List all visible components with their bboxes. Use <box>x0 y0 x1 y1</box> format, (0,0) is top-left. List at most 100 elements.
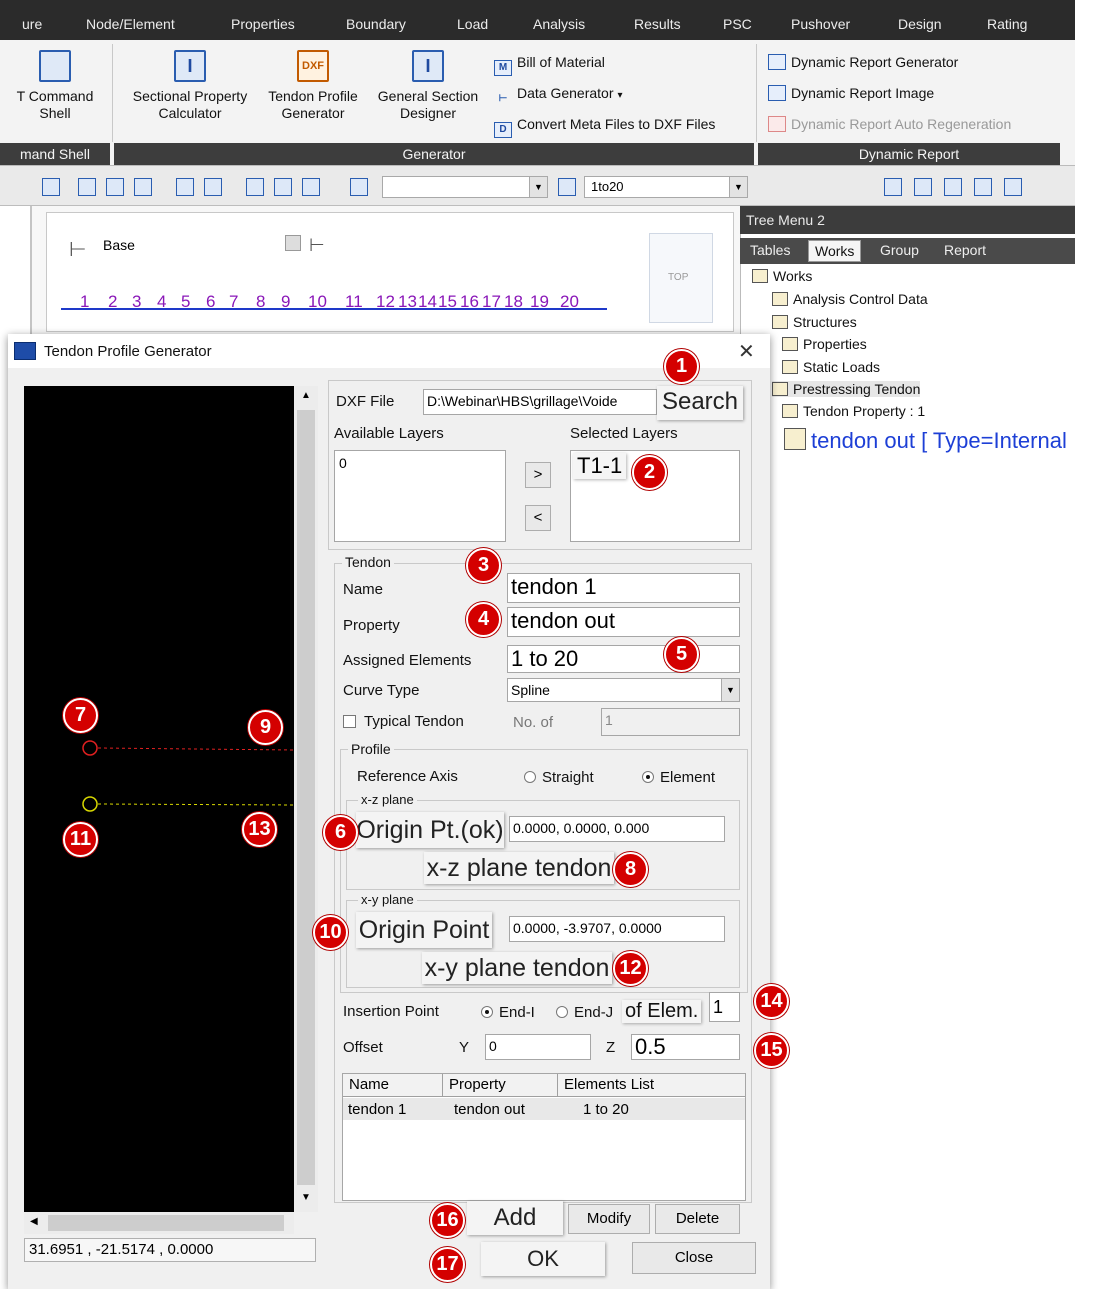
menu-properties[interactable]: Properties <box>231 16 295 32</box>
column-header-property[interactable]: Property <box>443 1074 558 1097</box>
tree-item-structures[interactable]: Structures <box>772 314 857 330</box>
list-item[interactable]: 0 <box>339 455 347 471</box>
typical-tendon-checkbox[interactable]: Typical Tendon <box>343 713 464 730</box>
close-icon[interactable]: ✕ <box>738 339 755 364</box>
menu-load[interactable]: Load <box>457 16 488 32</box>
table-row[interactable]: tendon 1 tendon out 1 to 20 <box>343 1098 745 1120</box>
dynamic-report-image-button[interactable]: Dynamic Report Image <box>768 85 934 101</box>
offset-z-input[interactable]: 0.5 <box>631 1034 740 1060</box>
convert-meta-files-button[interactable]: D Convert Meta Files to DXF Files <box>494 116 715 138</box>
menu-psc[interactable]: PSC <box>723 16 752 32</box>
add-layer-button[interactable]: > <box>525 462 551 488</box>
vertical-scroll-thumb[interactable] <box>297 410 315 1185</box>
model-view-canvas[interactable]: ⊢ Base ⊢ TOP <box>46 212 734 332</box>
xy-plane-tendon-button[interactable]: x-y plane tendon <box>422 952 612 984</box>
straight-radio[interactable]: Straight <box>524 769 594 786</box>
tree-item-prestressing-tendon[interactable]: Prestressing Tendon <box>772 381 921 397</box>
select-node-icon[interactable] <box>42 178 60 196</box>
select-window-icon[interactable] <box>78 178 96 196</box>
sectional-property-label-1: Sectional Property <box>132 88 248 104</box>
view-cube[interactable]: TOP <box>649 233 713 323</box>
assigned-elements-input[interactable]: 1 to 20 <box>507 645 740 673</box>
xz-origin-input[interactable]: 0.0000, 0.0000, 0.000 <box>509 816 725 842</box>
ribbon: T Command Shell mand Shell I Sectional P… <box>0 40 1075 166</box>
column-header-elements-list[interactable]: Elements List <box>558 1074 745 1097</box>
remove-layer-button[interactable]: < <box>525 505 551 531</box>
select-property-icon[interactable] <box>204 178 222 196</box>
view-icon-5[interactable] <box>1004 178 1022 196</box>
menu-boundary[interactable]: Boundary <box>346 16 406 32</box>
menu-design[interactable]: Design <box>898 16 942 32</box>
xz-plane-tendon-button[interactable]: x-z plane tendon <box>424 852 614 884</box>
tab-tables[interactable]: Tables <box>750 242 790 258</box>
view-icon-4[interactable] <box>974 178 992 196</box>
select-polygon-icon[interactable] <box>106 178 124 196</box>
horizontal-scroll-thumb[interactable] <box>48 1215 284 1231</box>
ok-button[interactable]: OK <box>481 1242 605 1276</box>
list-item[interactable]: T1-1 <box>573 453 627 479</box>
modify-button[interactable]: Modify <box>568 1204 650 1234</box>
selection-combo[interactable]: ▼ <box>382 176 548 198</box>
menu-node-element[interactable]: Node/Element <box>86 16 175 32</box>
level-dropdown[interactable] <box>285 235 301 251</box>
search-button[interactable]: Search <box>657 386 743 420</box>
dxf-file-path-input[interactable]: D:\Webinar\HBS\grillage\Voide <box>423 389 657 415</box>
no-of-input[interactable]: 1 <box>601 708 740 736</box>
pointer-select-icon[interactable] <box>558 178 576 196</box>
tree-item-tendon-property[interactable]: Tendon Property : 1 <box>782 403 925 419</box>
offset-y-input[interactable]: 0 <box>485 1034 591 1060</box>
select-plane-icon[interactable] <box>176 178 194 196</box>
delete-button[interactable]: Delete <box>655 1204 740 1234</box>
bill-of-material-button[interactable]: M Bill of Material <box>494 54 605 76</box>
general-section-designer-button[interactable]: I General Section Designer <box>368 50 488 122</box>
element-radio[interactable]: Element <box>642 769 715 786</box>
tab-works[interactable]: Works <box>808 240 862 262</box>
unselect-polygon-icon[interactable] <box>274 178 292 196</box>
property-input[interactable]: tendon out <box>507 607 740 637</box>
view-icon-1[interactable] <box>884 178 902 196</box>
dynamic-report-generator-button[interactable]: Dynamic Report Generator <box>768 54 958 70</box>
tab-report[interactable]: Report <box>944 242 986 258</box>
tree-item-static-loads[interactable]: Static Loads <box>782 359 880 375</box>
scroll-down-icon[interactable]: ▼ <box>301 1192 311 1203</box>
scroll-left-icon[interactable]: ◀ <box>30 1216 38 1227</box>
pointer-icon[interactable] <box>350 178 368 196</box>
tendon-profile-generator-button[interactable]: DXF Tendon Profile Generator <box>256 50 370 122</box>
end-i-radio[interactable]: End-I <box>481 1004 535 1021</box>
xy-origin-point-button[interactable]: Origin Point <box>356 912 492 948</box>
unselect-window-icon[interactable] <box>246 178 264 196</box>
view-icon-3[interactable] <box>944 178 962 196</box>
tree-item-tendon-out[interactable]: tendon out [ Type=Internal <box>784 428 1067 454</box>
menu-results[interactable]: Results <box>634 16 681 32</box>
element-range-combo[interactable]: 1to20 ▼ <box>584 176 748 198</box>
available-layers-list[interactable]: 0 <box>334 450 506 542</box>
tree-item-properties[interactable]: Properties <box>782 336 867 352</box>
dxf-icon: DXF <box>297 50 329 82</box>
tree-item-analysis-control-data[interactable]: Analysis Control Data <box>772 291 928 307</box>
menu-rating[interactable]: Rating <box>987 16 1027 32</box>
close-button[interactable]: Close <box>632 1242 756 1274</box>
tendon-preview-canvas[interactable] <box>24 386 295 1212</box>
select-element-icon[interactable] <box>134 178 152 196</box>
menu-analysis[interactable]: Analysis <box>533 16 585 32</box>
sectional-property-calculator-button[interactable]: I Sectional Property Calculator <box>120 50 260 122</box>
data-generator-button[interactable]: ⊢ Data Generator ▾ <box>494 85 623 108</box>
view-icon-2[interactable] <box>914 178 932 196</box>
curve-type-select[interactable]: Spline ▼ <box>507 678 740 702</box>
xz-origin-point-button[interactable]: Origin Pt.(ok) <box>356 812 504 848</box>
dynamic-report-auto-regeneration-button[interactable]: Dynamic Report Auto Regeneration <box>768 116 1011 132</box>
scroll-up-icon[interactable]: ▲ <box>301 390 311 401</box>
xy-origin-input[interactable]: 0.0000, -3.9707, 0.0000 <box>509 916 725 942</box>
add-button[interactable]: Add <box>467 1201 563 1235</box>
end-j-radio[interactable]: End-J <box>556 1004 613 1021</box>
xy-origin-marker <box>82 796 98 812</box>
element-number-input[interactable]: 1 <box>709 992 740 1022</box>
unselect-all-icon[interactable] <box>302 178 320 196</box>
tendon-name-input[interactable]: tendon 1 <box>507 573 740 603</box>
menu-structure[interactable]: ure <box>22 16 42 32</box>
column-header-name[interactable]: Name <box>343 1074 443 1097</box>
menu-pushover[interactable]: Pushover <box>791 16 850 32</box>
tree-item-works[interactable]: Works <box>752 268 812 284</box>
command-shell-button[interactable]: T Command Shell <box>0 50 110 122</box>
tab-group[interactable]: Group <box>880 242 919 258</box>
